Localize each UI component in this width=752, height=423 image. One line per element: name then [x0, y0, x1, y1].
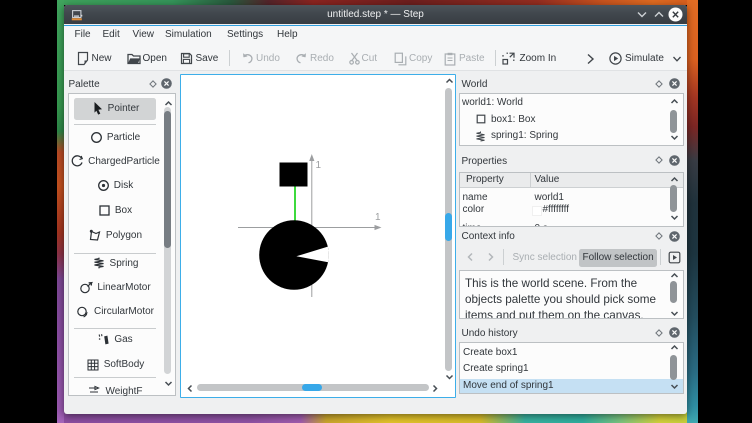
svg-text:1: 1: [316, 160, 322, 171]
svg-text:1: 1: [375, 212, 381, 223]
